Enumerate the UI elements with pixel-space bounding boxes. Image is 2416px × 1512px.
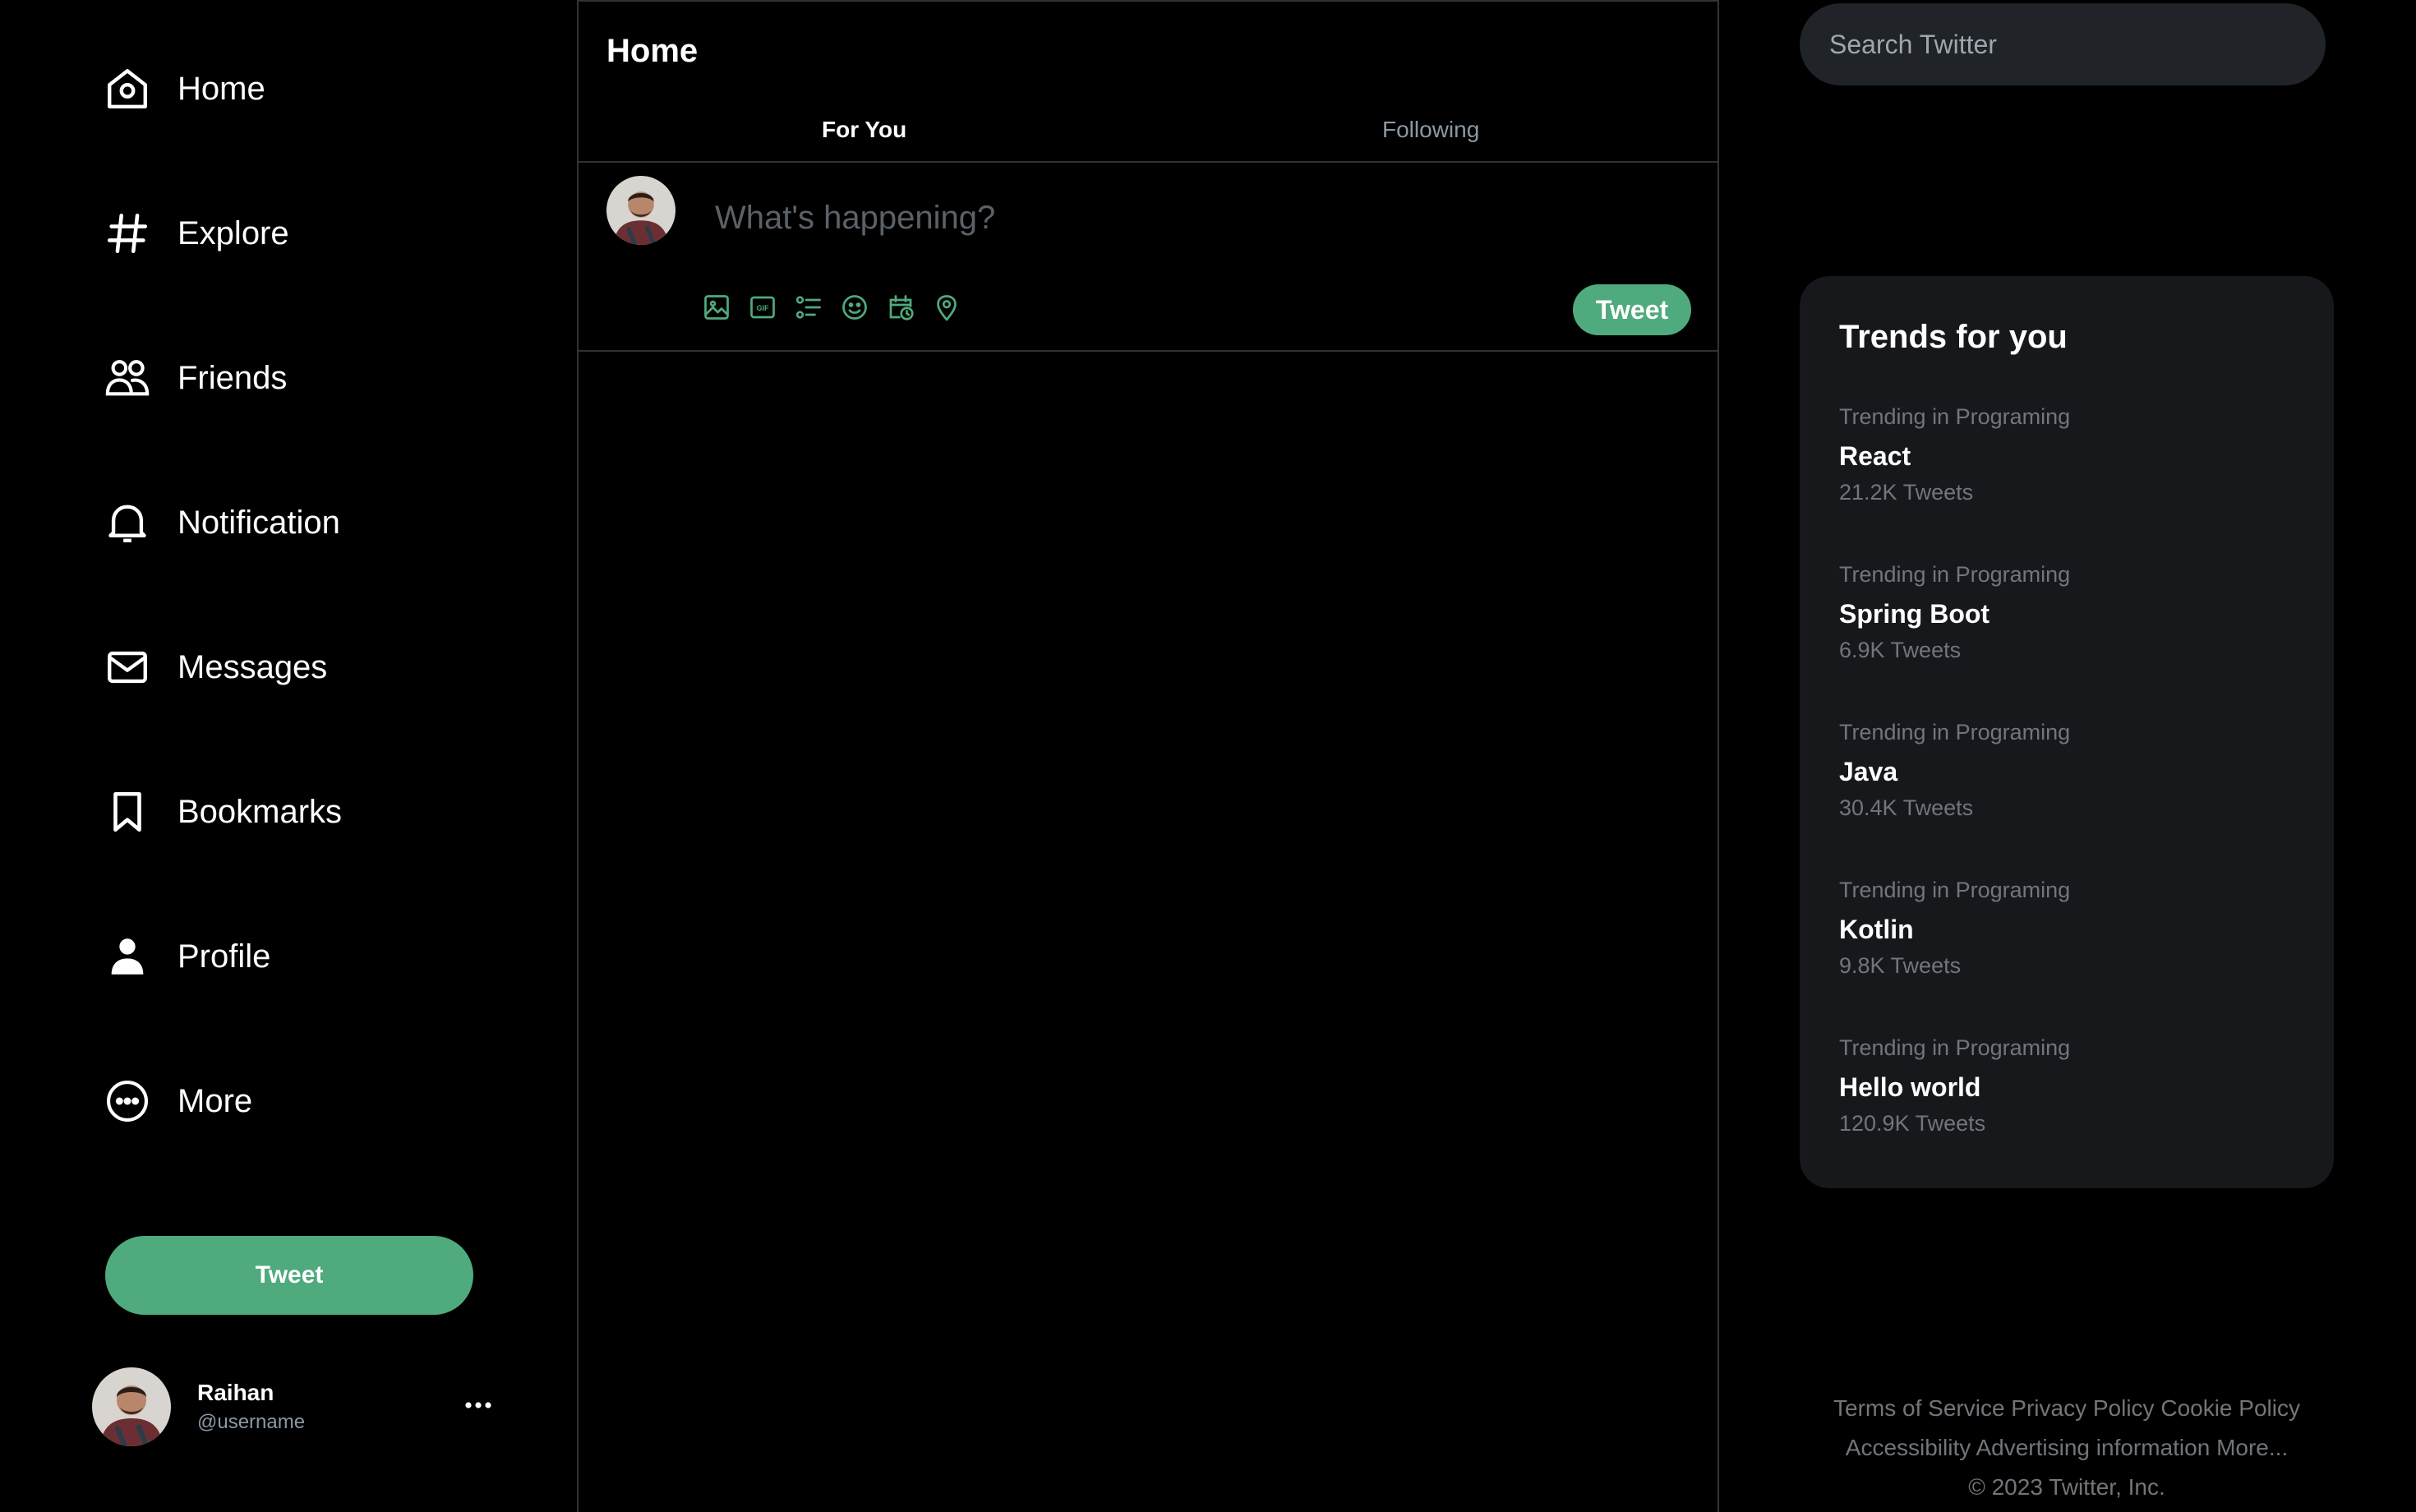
- sidebar-item-friends[interactable]: Friends: [104, 345, 287, 411]
- sidebar-item-notification[interactable]: Notification: [104, 490, 340, 555]
- location-icon[interactable]: [932, 293, 961, 322]
- trend-topic: React: [1839, 441, 1911, 471]
- friends-icon: [104, 354, 151, 402]
- account-handle: @username: [197, 1411, 306, 1433]
- compose-input[interactable]: [713, 192, 1538, 243]
- footer-link-advertising[interactable]: Advertising: [1976, 1435, 2090, 1460]
- trend-count: 30.4K Tweets: [1839, 795, 1974, 820]
- sidebar-tweet-button[interactable]: Tweet: [105, 1236, 473, 1315]
- main-column: Home For You Following GIF: [579, 0, 1719, 1512]
- account-name: Raihan: [197, 1380, 274, 1405]
- sidebar: Home Explore Friends Notification Messag…: [0, 0, 579, 1512]
- trend-item[interactable]: Trending in Programing Hello world 120.9…: [1839, 1035, 2299, 1136]
- sidebar-item-label: Bookmarks: [178, 793, 343, 830]
- page-title: Home: [606, 33, 699, 69]
- tweet-composer: GIF Tweet: [579, 163, 1717, 352]
- search-input[interactable]: [1828, 28, 2291, 61]
- footer-link-information[interactable]: information: [2096, 1435, 2211, 1460]
- envelope-icon: [104, 643, 151, 691]
- sidebar-item-label: Friends: [178, 359, 288, 396]
- sidebar-item-home[interactable]: Home: [104, 56, 265, 122]
- trends-title: Trends for you: [1839, 319, 2068, 355]
- feed-tabs: For You Following: [579, 99, 1717, 163]
- sidebar-item-bookmarks[interactable]: Bookmarks: [104, 779, 342, 845]
- footer-row: Accessibility Advertising information Mo…: [1759, 1428, 2375, 1468]
- trend-item[interactable]: Trending in Programing Java 30.4K Tweets: [1839, 720, 2299, 821]
- trend-category: Trending in Programing: [1839, 1035, 2071, 1060]
- trend-item[interactable]: Trending in Programing Spring Boot 6.9K …: [1839, 562, 2299, 663]
- trend-category: Trending in Programing: [1839, 562, 2071, 587]
- sidebar-item-profile[interactable]: Profile: [104, 924, 270, 989]
- sidebar-item-explore[interactable]: Explore: [104, 201, 289, 266]
- search-bar: [1800, 3, 2326, 85]
- avatar: [606, 176, 675, 245]
- tab-following[interactable]: Following: [1382, 117, 1479, 143]
- ellipsis-icon[interactable]: [462, 1389, 495, 1422]
- trend-count: 9.8K Tweets: [1839, 953, 1962, 978]
- copyright: © 2023 Twitter, Inc.: [1968, 1474, 2165, 1500]
- sidebar-item-label: Notification: [178, 504, 340, 541]
- trend-topic: Spring Boot: [1839, 599, 1990, 629]
- footer-link-privacy[interactable]: Privacy Policy: [2011, 1395, 2154, 1421]
- trend-category: Trending in Programing: [1839, 878, 2071, 902]
- tab-for-you[interactable]: For You: [822, 117, 906, 143]
- account-switcher[interactable]: Raihan @username: [92, 1366, 495, 1448]
- sidebar-item-label: Profile: [178, 938, 271, 975]
- more-circle-icon: [104, 1077, 151, 1125]
- emoji-icon[interactable]: [840, 293, 869, 322]
- composer-toolbar: GIF: [702, 293, 961, 322]
- trend-count: 120.9K Tweets: [1839, 1111, 1986, 1136]
- sidebar-item-more[interactable]: More: [104, 1068, 252, 1134]
- footer-row: Terms of Service Privacy Policy Cookie P…: [1759, 1389, 2375, 1428]
- sidebar-item-label: Messages: [178, 648, 328, 685]
- hashtag-icon: [104, 210, 151, 257]
- footer-link-terms[interactable]: Terms of Service: [1833, 1395, 2005, 1421]
- person-icon: [104, 933, 151, 980]
- trend-count: 6.9K Tweets: [1839, 638, 1962, 662]
- svg-text:GIF: GIF: [757, 304, 770, 312]
- compose-tweet-button[interactable]: Tweet: [1573, 284, 1691, 335]
- sidebar-item-label: Explore: [178, 214, 289, 251]
- trend-item[interactable]: Trending in Programing React 21.2K Tweet…: [1839, 404, 2299, 505]
- home-icon: [104, 65, 151, 113]
- trend-topic: Java: [1839, 757, 1898, 786]
- poll-icon[interactable]: [794, 293, 823, 322]
- sidebar-item-label: Home: [178, 70, 265, 107]
- trends-panel: Trends for you Trending in Programing Re…: [1800, 276, 2334, 1188]
- footer-link-cookie[interactable]: Cookie Policy: [2160, 1395, 2300, 1421]
- trend-item[interactable]: Trending in Programing Kotlin 9.8K Tweet…: [1839, 878, 2299, 979]
- image-icon[interactable]: [702, 293, 731, 322]
- trend-count: 21.2K Tweets: [1839, 480, 1974, 505]
- schedule-icon[interactable]: [886, 293, 915, 322]
- trend-category: Trending in Programing: [1839, 404, 2071, 429]
- footer-link-more[interactable]: More...: [2216, 1435, 2288, 1460]
- bell-icon: [104, 499, 151, 546]
- sidebar-item-label: More: [178, 1082, 253, 1119]
- trend-category: Trending in Programing: [1839, 720, 2071, 744]
- trend-topic: Hello world: [1839, 1072, 1981, 1102]
- avatar: [92, 1367, 171, 1446]
- footer: Terms of Service Privacy Policy Cookie P…: [1759, 1389, 2375, 1507]
- bookmark-icon: [104, 788, 151, 836]
- sidebar-item-messages[interactable]: Messages: [104, 634, 327, 700]
- gif-icon[interactable]: GIF: [748, 293, 777, 322]
- footer-link-accessibility[interactable]: Accessibility: [1846, 1435, 1971, 1460]
- trend-topic: Kotlin: [1839, 915, 1914, 944]
